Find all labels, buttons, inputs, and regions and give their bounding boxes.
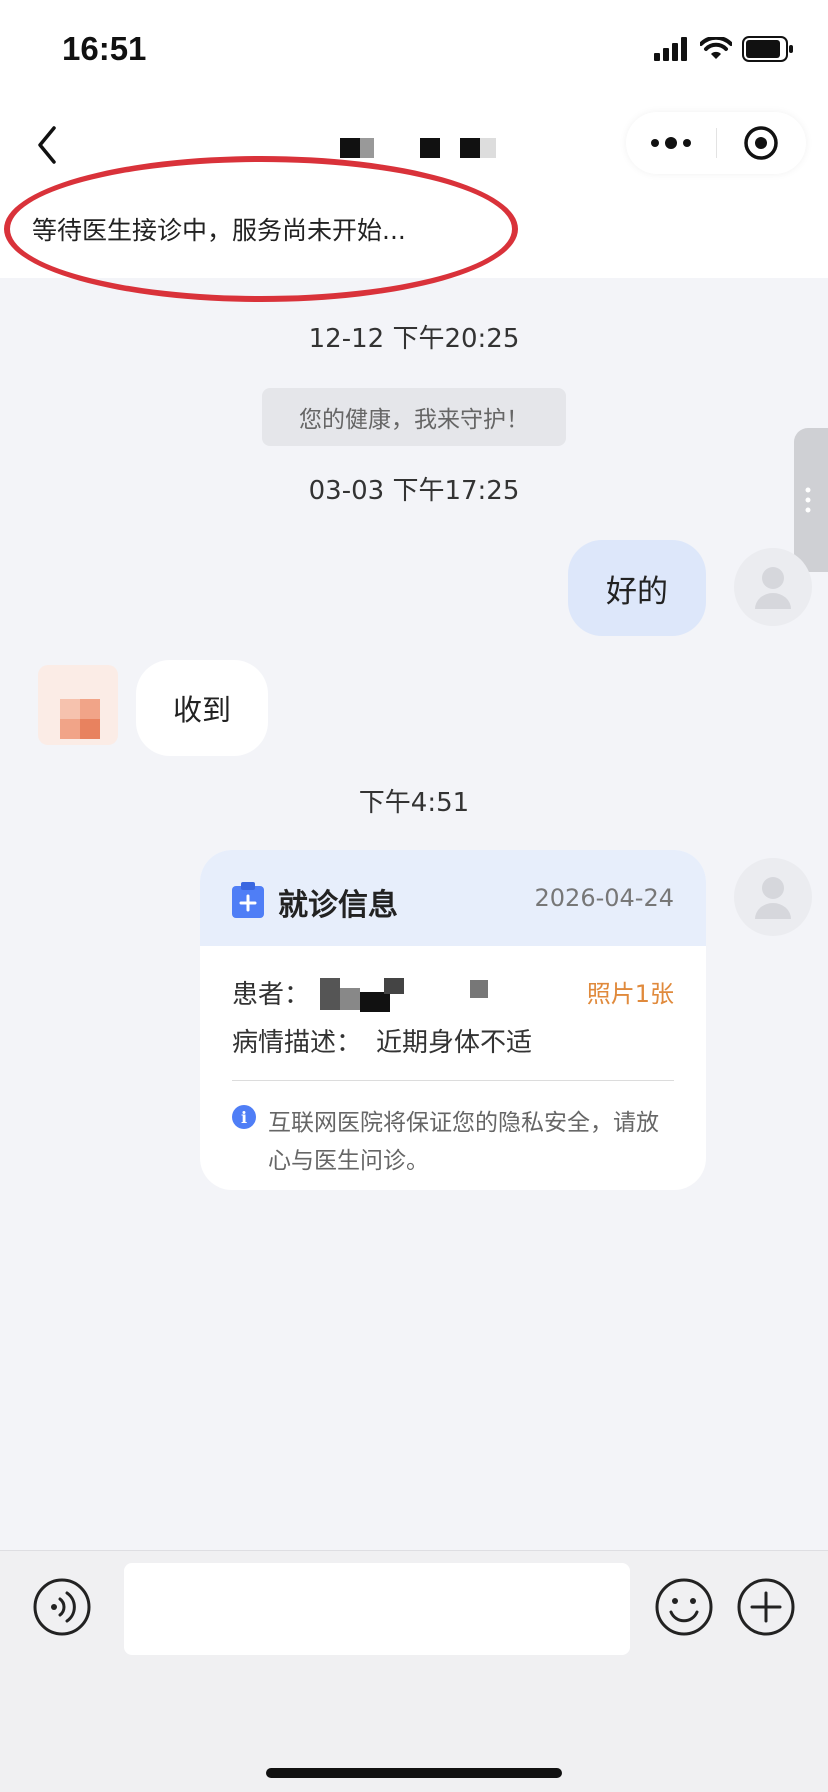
privacy-notice: 互联网医院将保证您的隐私安全，请放心与医生问诊。 bbox=[268, 1110, 659, 1174]
close-target-icon bbox=[744, 126, 778, 160]
timestamp: 下午4:51 bbox=[358, 788, 470, 818]
plus-icon[interactable] bbox=[736, 1577, 796, 1637]
emoji-icon[interactable] bbox=[654, 1577, 714, 1637]
card-header: 就诊信息 2026-04-24 bbox=[200, 850, 706, 946]
avatar[interactable] bbox=[734, 548, 812, 626]
home-indicator[interactable] bbox=[266, 1768, 562, 1778]
more-icon bbox=[650, 137, 691, 149]
home-area bbox=[0, 1720, 828, 1792]
title-redacted bbox=[340, 138, 496, 158]
more-button[interactable] bbox=[626, 112, 716, 174]
info-icon: i bbox=[232, 1105, 256, 1129]
system-message: 您的健康，我来守护！ bbox=[262, 388, 566, 446]
status-bar: 16:51 bbox=[0, 0, 828, 98]
message-input[interactable] bbox=[124, 1563, 630, 1655]
condition-row: 病情描述： 近期身体不适 bbox=[232, 1022, 532, 1059]
timestamp: 12-12 下午20:25 bbox=[308, 324, 520, 354]
wifi-icon bbox=[700, 37, 732, 59]
annotation-ellipse bbox=[4, 156, 518, 302]
condition-label: 病情描述： bbox=[232, 1028, 363, 1058]
card-divider bbox=[232, 1080, 674, 1081]
visit-info-card[interactable]: 就诊信息 2026-04-24 患者： 照片1张 病情描述： 近期身体不适 i 互… bbox=[200, 850, 706, 1190]
timestamp: 03-03 下午17:25 bbox=[308, 476, 520, 506]
mini-program-capsule bbox=[626, 112, 806, 174]
outgoing-message[interactable]: 好的 bbox=[568, 540, 706, 636]
doctor-avatar[interactable] bbox=[38, 665, 118, 745]
side-drawer-handle[interactable] bbox=[794, 428, 828, 572]
back-icon[interactable] bbox=[28, 120, 68, 170]
status-icons bbox=[654, 36, 794, 62]
handle-dots-icon bbox=[805, 487, 811, 513]
card-title: 就诊信息 bbox=[278, 888, 398, 923]
user-icon bbox=[755, 567, 791, 609]
incoming-message[interactable]: 收到 bbox=[136, 660, 268, 756]
status-time: 16:51 bbox=[62, 30, 147, 67]
patient-name-redacted bbox=[320, 978, 488, 1012]
card-date: 2026-04-24 bbox=[534, 884, 674, 912]
doctor-avatar-image bbox=[60, 699, 100, 739]
input-bar bbox=[0, 1550, 828, 1720]
patient-label: 患者： bbox=[232, 980, 311, 1010]
photo-link[interactable]: 照片1张 bbox=[587, 974, 674, 1009]
clipboard-icon bbox=[232, 882, 264, 918]
signal-icon bbox=[654, 37, 687, 61]
voice-icon[interactable] bbox=[32, 1577, 92, 1637]
avatar[interactable] bbox=[734, 858, 812, 936]
battery-icon bbox=[742, 36, 793, 62]
condition-value: 近期身体不适 bbox=[376, 1028, 533, 1058]
close-mini-program-button[interactable] bbox=[717, 112, 807, 174]
user-icon bbox=[755, 877, 791, 919]
